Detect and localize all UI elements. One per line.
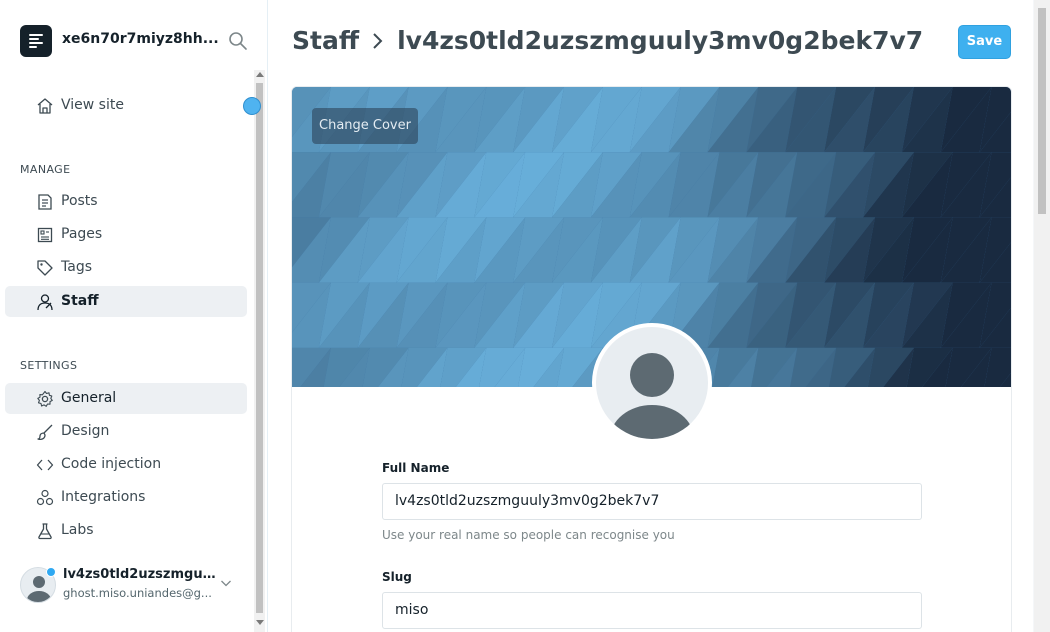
flask-icon <box>38 523 52 540</box>
sidebar-item-label: Integrations <box>61 489 146 505</box>
sidebar-item-labs[interactable]: Labs <box>5 515 247 546</box>
sidebar: xe6n70r7miyz8hh... View site MANAGE Post… <box>0 0 268 632</box>
slug-field[interactable]: miso <box>382 592 922 629</box>
sidebar-item-code-injection[interactable]: Code injection <box>5 449 247 480</box>
user-menu[interactable]: lv4zs0tld2uzszmguul... ghost.miso.uniand… <box>20 565 240 605</box>
page-title: Staff lv4zs0tld2uzszmguuly3mv0g2bek7v7 <box>292 26 923 58</box>
settings-section-header: SETTINGS <box>20 359 78 372</box>
tag-icon <box>37 260 53 276</box>
sidebar-item-pages[interactable]: Pages <box>5 219 247 250</box>
online-status-dot <box>46 567 56 577</box>
sidebar-item-label: Pages <box>61 226 103 242</box>
sidebar-item-label: Posts <box>61 193 98 209</box>
chevron-right-icon <box>373 33 383 49</box>
scroll-down-arrow-icon[interactable] <box>256 620 264 625</box>
sidebar-item-posts[interactable]: Posts <box>5 186 247 217</box>
gear-icon <box>37 390 53 407</box>
full-name-field[interactable]: lv4zs0tld2uzszmguuly3mv0g2bek7v7 <box>382 483 922 520</box>
sidebar-item-label: Design <box>61 423 110 439</box>
scroll-up-arrow-icon[interactable] <box>256 72 264 77</box>
pages-icon <box>37 227 53 243</box>
sidebar-item-label: Code injection <box>61 456 162 472</box>
notification-dot[interactable] <box>243 97 261 115</box>
sidebar-item-staff[interactable]: Staff <box>5 286 247 317</box>
sidebar-item-design[interactable]: Design <box>5 416 247 447</box>
user-email: ghost.miso.uniandes@g... <box>63 586 212 600</box>
staff-profile-card: Change Cover Full Name lv4zs0tld2uzszmgu… <box>292 87 1011 632</box>
sidebar-item-label: Tags <box>61 259 92 275</box>
search-icon[interactable] <box>228 31 248 51</box>
sidebar-item-tags[interactable]: Tags <box>5 252 247 283</box>
home-icon <box>37 98 53 114</box>
site-title[interactable]: xe6n70r7miyz8hh... <box>62 31 219 47</box>
manage-section-header: MANAGE <box>20 163 71 176</box>
user-name: lv4zs0tld2uzszmguul... <box>63 567 223 582</box>
brush-icon <box>37 424 53 441</box>
ghost-logo-icon[interactable] <box>20 25 52 57</box>
site-header: xe6n70r7miyz8hh... <box>20 25 252 57</box>
breadcrumb[interactable]: Staff <box>292 26 359 55</box>
sidebar-item-general[interactable]: General <box>5 383 247 414</box>
integrations-icon <box>36 489 54 506</box>
full-name-label: Full Name <box>382 461 450 475</box>
sidebar-item-label: Staff <box>61 293 99 309</box>
full-name-help: Use your real name so people can recogni… <box>382 528 675 542</box>
staff-icon <box>37 294 53 311</box>
sidebar-item-label: General <box>61 390 117 406</box>
staff-name-title: lv4zs0tld2uzszmguuly3mv0g2bek7v7 <box>397 26 924 55</box>
sidebar-item-label: View site <box>61 97 124 113</box>
sidebar-scroll-thumb[interactable] <box>256 83 263 613</box>
sidebar-item-label: Labs <box>61 522 94 538</box>
main-content: Staff lv4zs0tld2uzszmguuly3mv0g2bek7v7 Sa… <box>268 0 1050 632</box>
slug-label: Slug <box>382 570 412 584</box>
main-scroll-thumb[interactable] <box>1038 8 1046 214</box>
user-silhouette-icon <box>610 353 694 439</box>
code-icon <box>36 459 54 471</box>
change-cover-button[interactable]: Change Cover <box>312 108 418 144</box>
posts-icon <box>38 194 52 210</box>
chevron-down-icon[interactable] <box>220 577 232 589</box>
save-button[interactable]: Save <box>958 25 1011 59</box>
sidebar-item-view-site[interactable]: View site <box>5 90 247 121</box>
profile-avatar[interactable] <box>592 323 712 443</box>
sidebar-item-integrations[interactable]: Integrations <box>5 482 247 513</box>
